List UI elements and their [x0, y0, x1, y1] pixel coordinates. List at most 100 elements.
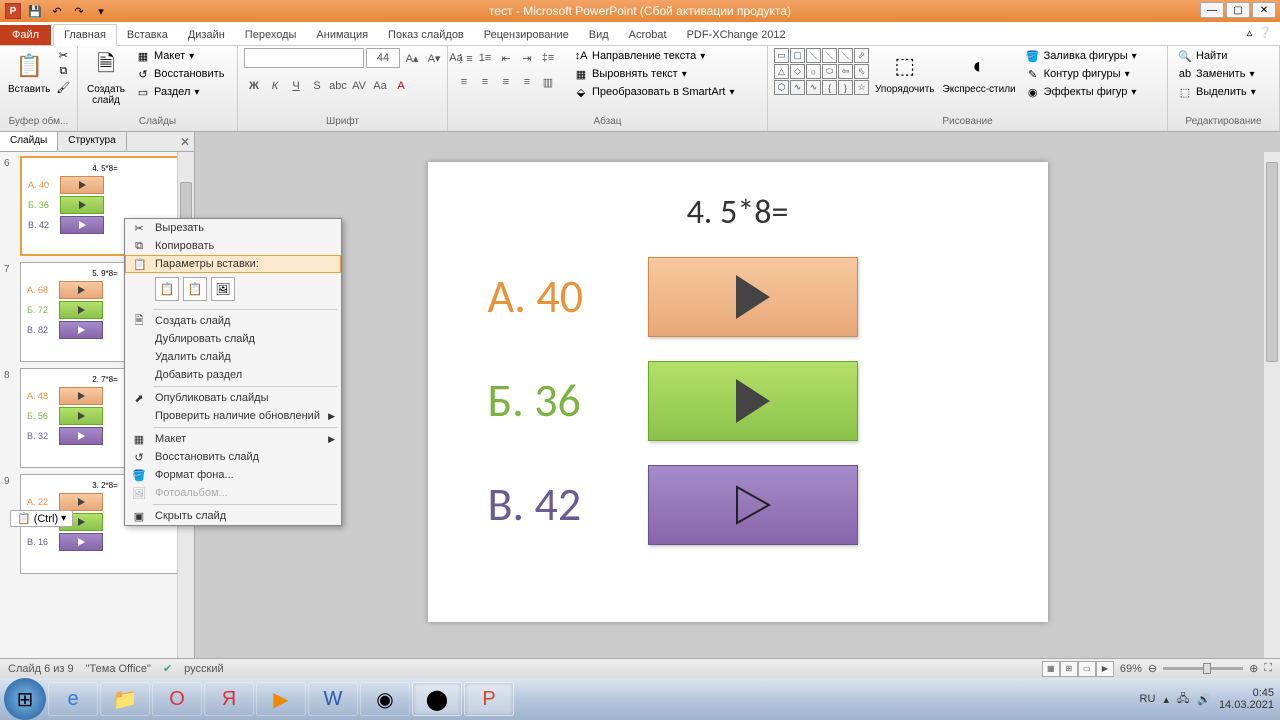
- fit-button[interactable]: ⛶: [1264, 662, 1272, 675]
- panel-tab-outline[interactable]: Структура: [58, 132, 126, 151]
- indent-inc-button[interactable]: ⇥: [517, 48, 537, 68]
- cut-icon[interactable]: ✂: [56, 48, 70, 62]
- taskbar-opera[interactable]: O: [152, 682, 202, 716]
- shape-outline-button[interactable]: ✎Контур фигуры ▾: [1022, 66, 1141, 82]
- font-color-button[interactable]: A: [391, 76, 411, 96]
- tab-pdfx[interactable]: PDF-XChange 2012: [677, 25, 796, 45]
- indent-dec-button[interactable]: ⇤: [496, 48, 516, 68]
- save-icon[interactable]: 💾: [26, 2, 44, 20]
- slide-title[interactable]: 4. 5*8=: [458, 192, 1018, 233]
- paste-ctrl-pill[interactable]: 📋(Ctrl) ▾: [10, 510, 73, 527]
- copy-icon[interactable]: ⧉: [56, 64, 70, 78]
- align-text-button[interactable]: ▦Выровнять текст ▾: [570, 66, 738, 82]
- paste-opt-keep-source[interactable]: 📋: [183, 277, 207, 301]
- select-button[interactable]: ⬚Выделить ▾: [1174, 84, 1260, 100]
- quick-styles-button[interactable]: ◐Экспресс-стили: [941, 48, 1018, 97]
- close-button[interactable]: ✕: [1252, 2, 1276, 18]
- tab-transitions[interactable]: Переходы: [235, 25, 307, 45]
- numbering-button[interactable]: 1≡: [475, 48, 495, 68]
- slideshow-view-button[interactable]: ▶: [1096, 661, 1114, 677]
- zoom-value[interactable]: 69%: [1120, 663, 1142, 675]
- reading-view-button[interactable]: ▭: [1078, 661, 1096, 677]
- redo-icon[interactable]: ↷: [70, 2, 88, 20]
- zoom-slider[interactable]: [1163, 667, 1243, 670]
- ctx-paste-options[interactable]: 📋Параметры вставки:: [125, 255, 341, 273]
- taskbar-media[interactable]: ▶: [256, 682, 306, 716]
- tab-view[interactable]: Вид: [579, 25, 619, 45]
- taskbar-chrome[interactable]: ◉: [360, 682, 410, 716]
- ctx-cut[interactable]: ✂Вырезать: [125, 219, 341, 237]
- tray-sound-icon[interactable]: 🔊: [1197, 693, 1211, 706]
- paste-button[interactable]: 📋 Вставить: [6, 48, 52, 97]
- zoom-out-button[interactable]: ⊖: [1148, 662, 1157, 675]
- shadow-button[interactable]: abc: [328, 76, 348, 96]
- tray-lang[interactable]: RU: [1140, 693, 1156, 705]
- shape-fill-button[interactable]: 🪣Заливка фигуры ▾: [1022, 48, 1141, 64]
- editor-scrollbar[interactable]: [1263, 152, 1280, 660]
- ctx-restore[interactable]: ↺Восстановить слайд: [125, 448, 341, 466]
- shapes-gallery[interactable]: ▭▢＼＼＼⬀ △◇○⬭⇦⬁ ⬡∿∿{}☆: [774, 48, 869, 95]
- tab-acrobat[interactable]: Acrobat: [619, 25, 677, 45]
- start-button[interactable]: ⊞: [4, 678, 46, 720]
- taskbar-obs[interactable]: ⬤: [412, 682, 462, 716]
- ctx-copy[interactable]: ⧉Копировать: [125, 237, 341, 255]
- tab-slideshow[interactable]: Показ слайдов: [378, 25, 474, 45]
- answer-b-label[interactable]: Б. 36: [488, 373, 618, 429]
- format-painter-icon[interactable]: 🖌: [56, 80, 70, 94]
- answer-a-button[interactable]: [648, 257, 858, 337]
- font-size-combo[interactable]: [366, 48, 400, 68]
- tab-insert[interactable]: Вставка: [117, 25, 178, 45]
- align-center-button[interactable]: ≡: [475, 72, 495, 92]
- panel-close-icon[interactable]: ✕: [180, 135, 190, 149]
- spacing-button[interactable]: AV: [349, 76, 369, 96]
- find-button[interactable]: 🔍Найти: [1174, 48, 1260, 64]
- tray-network-icon[interactable]: 🖧: [1177, 690, 1189, 709]
- paste-opt-dest-theme[interactable]: 📋: [155, 277, 179, 301]
- bold-button[interactable]: Ж: [244, 76, 264, 96]
- shape-effects-button[interactable]: ◉Эффекты фигур ▾: [1022, 84, 1141, 100]
- tray-clock[interactable]: 0:45 14.03.2021: [1219, 687, 1274, 711]
- answer-b-button[interactable]: [648, 361, 858, 441]
- taskbar-powerpoint[interactable]: P: [464, 682, 514, 716]
- tab-file[interactable]: Файл: [0, 25, 51, 45]
- ctx-check-updates[interactable]: Проверить наличие обновлений▶: [125, 407, 341, 425]
- replace-button[interactable]: abЗаменить ▾: [1174, 66, 1260, 82]
- answer-c-button[interactable]: [648, 465, 858, 545]
- ctx-add-section[interactable]: Добавить раздел: [125, 366, 341, 384]
- shrink-font-icon[interactable]: A▾: [424, 48, 444, 68]
- zoom-in-button[interactable]: ⊕: [1249, 662, 1258, 675]
- tab-home[interactable]: Главная: [53, 24, 117, 46]
- tab-review[interactable]: Рецензирование: [474, 25, 579, 45]
- language[interactable]: русский: [184, 663, 223, 675]
- align-right-button[interactable]: ≡: [496, 72, 516, 92]
- answer-c-label[interactable]: В. 42: [488, 477, 618, 533]
- sorter-view-button[interactable]: ⊞: [1060, 661, 1078, 677]
- help-icon[interactable]: ❔: [1258, 26, 1272, 39]
- tray-flag-icon[interactable]: ▴: [1163, 693, 1169, 706]
- tab-design[interactable]: Дизайн: [178, 25, 235, 45]
- underline-button[interactable]: Ч: [286, 76, 306, 96]
- section-button[interactable]: ▭Раздел ▾: [132, 84, 228, 100]
- ctx-publish[interactable]: ⬈Опубликовать слайды: [125, 389, 341, 407]
- taskbar-word[interactable]: W: [308, 682, 358, 716]
- minimize-button[interactable]: —: [1200, 2, 1224, 18]
- answer-a-label[interactable]: А. 40: [488, 269, 618, 325]
- arrange-button[interactable]: ⬚Упорядочить: [873, 48, 937, 97]
- layout-button[interactable]: ▦Макет ▾: [132, 48, 228, 64]
- qat-more-icon[interactable]: ▾: [92, 2, 110, 20]
- ctx-bg-format[interactable]: 🪣Формат фона...: [125, 466, 341, 484]
- reset-button[interactable]: ↺Восстановить: [132, 66, 228, 82]
- text-direction-button[interactable]: ↕AНаправление текста ▾: [570, 48, 738, 64]
- smartart-button[interactable]: ⬙Преобразовать в SmartArt ▾: [570, 84, 738, 100]
- taskbar-yandex[interactable]: Я: [204, 682, 254, 716]
- bullets-button[interactable]: ⋮≡: [454, 48, 474, 68]
- tab-animations[interactable]: Анимация: [306, 25, 378, 45]
- columns-button[interactable]: ▥: [538, 72, 558, 92]
- strike-button[interactable]: S: [307, 76, 327, 96]
- ctx-new-slide[interactable]: 🗎Создать слайд: [125, 312, 341, 330]
- line-spacing-button[interactable]: ‡≡: [538, 48, 558, 68]
- ctx-hide-slide[interactable]: ▣Скрыть слайд: [125, 507, 341, 525]
- ctx-delete[interactable]: Удалить слайд: [125, 348, 341, 366]
- paste-opt-picture[interactable]: 🖼: [211, 277, 235, 301]
- maximize-button[interactable]: ▢: [1226, 2, 1250, 18]
